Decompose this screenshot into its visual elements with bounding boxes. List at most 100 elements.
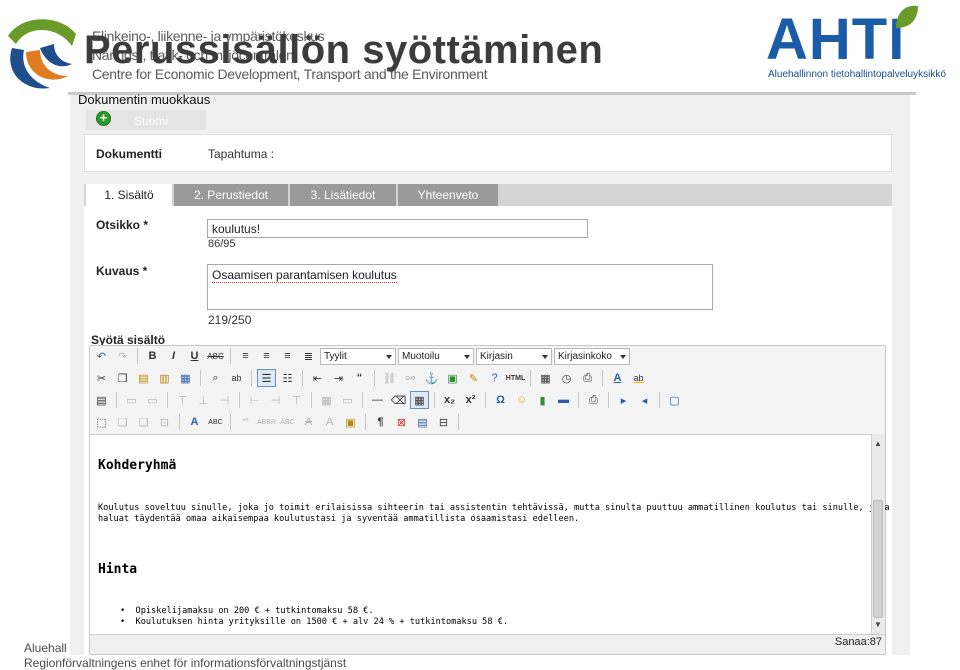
insert-row-after-icon[interactable]: ⊥	[194, 391, 213, 409]
footer-line-2: Regionförvaltningens enhet för informati…	[24, 656, 347, 670]
remove-format-icon[interactable]: ⌫	[389, 391, 408, 409]
editor-content-area[interactable]	[90, 434, 872, 634]
cite-icon[interactable]: “”	[236, 413, 255, 431]
document-value: Tapahtuma :	[208, 147, 275, 161]
cut-icon[interactable]: ✂	[92, 369, 111, 387]
undo-icon[interactable]: ↶	[92, 347, 111, 365]
bold-icon[interactable]: B	[143, 347, 162, 365]
attributes-icon[interactable]: ▣	[341, 413, 360, 431]
align-right-icon[interactable]: ≡	[278, 347, 297, 365]
toolbar-row-3: ▤ ▭ ▭ ⊤ ⊥ ⊣ ⊢ ⊣ ⊤ ▦ ▭ — ⌫ ▦ x₂ x² Ω ☺ ▮ …	[92, 390, 684, 410]
paste-word-icon[interactable]: ▦	[176, 369, 195, 387]
price-bullet-2-text: Koulutuksen hinta yrityksille on 1500 € …	[135, 617, 509, 627]
price-bullet-1-text: Opiskelijamaksu on 200 € + tutkintomaksu…	[135, 606, 374, 616]
scroll-up-icon[interactable]: ▲	[874, 439, 882, 448]
horizontal-rule-icon[interactable]: —	[368, 391, 387, 409]
bullet-list-icon[interactable]: ☰	[257, 369, 276, 387]
format-select[interactable]: Muotoilu	[398, 347, 474, 365]
highlight-color-icon[interactable]: ab	[629, 369, 648, 387]
document-label: Dokumentti	[96, 147, 162, 161]
cleanup-icon[interactable]: ✎	[464, 369, 483, 387]
delete-text-icon[interactable]: A	[299, 413, 318, 431]
html-icon[interactable]: HTML	[506, 369, 525, 387]
editor-title: Dokumentin muokkaus	[78, 92, 211, 107]
price-bullet-1: • Opiskelijamaksu on 200 € + tutkintomak…	[120, 606, 374, 616]
styles-select[interactable]: Tyylit	[320, 347, 396, 365]
delete-col-icon[interactable]: ⊤	[287, 391, 306, 409]
scroll-down-icon[interactable]: ▼	[874, 620, 882, 629]
table-row-props-icon[interactable]: ▭	[122, 391, 141, 409]
unlink-icon[interactable]: ⚯	[401, 369, 420, 387]
preview-icon[interactable]: ⎙	[578, 369, 597, 387]
acronym-icon[interactable]: ABC	[278, 413, 297, 431]
styleprops-icon[interactable]: A	[185, 413, 204, 431]
indent-icon[interactable]: ⇥	[329, 369, 348, 387]
emoticon-icon[interactable]: ☺	[512, 391, 531, 409]
move-backward-icon[interactable]: ❏	[134, 413, 153, 431]
visual-aid-icon[interactable]: ▦	[410, 391, 429, 409]
text-color-icon[interactable]: A	[608, 369, 627, 387]
blockquote-icon[interactable]: “	[350, 369, 369, 387]
media-icon[interactable]: ▮	[533, 391, 552, 409]
nonbreaking-icon[interactable]: ⊠	[392, 413, 411, 431]
special-char-icon[interactable]: Ω	[491, 391, 510, 409]
title-label: Otsikko *	[96, 218, 149, 232]
subscript-icon[interactable]: x₂	[440, 391, 459, 409]
slide-title: Perussisällön syöttäminen	[84, 28, 604, 72]
strikethrough-icon[interactable]: ABC	[206, 347, 225, 365]
insert-row-before-icon[interactable]: ⊤	[173, 391, 192, 409]
merge-cells-icon[interactable]: ▭	[338, 391, 357, 409]
insert-col-before-icon[interactable]: ⊢	[245, 391, 264, 409]
language-tab-label: Suomi	[134, 114, 169, 128]
table-cell-props-icon[interactable]: ▭	[143, 391, 162, 409]
redo-icon[interactable]: ↷	[113, 347, 132, 365]
font-select[interactable]: Kirjasin	[476, 347, 552, 365]
replace-icon[interactable]: ab	[227, 369, 246, 387]
ltr-icon[interactable]: ▸	[614, 391, 633, 409]
paste-text-icon[interactable]: ▥	[155, 369, 174, 387]
split-cells-icon[interactable]: ▦	[317, 391, 336, 409]
add-icon[interactable]: +	[96, 111, 111, 126]
page-break-icon[interactable]: ⊟	[434, 413, 453, 431]
font-size-select[interactable]: Kirjasinkoko	[554, 347, 630, 365]
description-textarea[interactable]: Osaamisen parantamisen koulutus	[207, 264, 713, 310]
template-icon[interactable]: ▤	[413, 413, 432, 431]
superscript-icon[interactable]: x²	[461, 391, 480, 409]
show-blocks-icon[interactable]: ¶	[371, 413, 390, 431]
paste-icon[interactable]: ▤	[134, 369, 153, 387]
insert-layer-icon[interactable]: ⬚	[92, 413, 111, 431]
help-icon[interactable]: ?	[485, 369, 504, 387]
scroll-thumb[interactable]	[873, 500, 883, 618]
rtl-icon[interactable]: ◂	[635, 391, 654, 409]
delete-row-icon[interactable]: ⊣	[215, 391, 234, 409]
insert-text-icon[interactable]: A	[320, 413, 339, 431]
align-center-icon[interactable]: ≡	[257, 347, 276, 365]
title-input[interactable]: koulutus!	[207, 219, 588, 238]
image-icon[interactable]: ▣	[443, 369, 462, 387]
print-icon[interactable]: ⎙	[584, 391, 603, 409]
hr-advanced-icon[interactable]: ▬	[554, 391, 573, 409]
spellcheck-icon[interactable]: ABC	[206, 413, 225, 431]
outdent-icon[interactable]: ⇤	[308, 369, 327, 387]
copy-icon[interactable]: ❐	[113, 369, 132, 387]
numbered-list-icon[interactable]: ☷	[278, 369, 297, 387]
insert-col-after-icon[interactable]: ⊣	[266, 391, 285, 409]
abbr-icon[interactable]: ABBR	[257, 413, 276, 431]
align-justify-icon[interactable]: ≣	[299, 347, 318, 365]
find-icon[interactable]: ⌕	[206, 369, 225, 387]
tab-basic-info[interactable]: 2. Perustiedot	[174, 184, 288, 206]
anchor-icon[interactable]: ⚓	[422, 369, 441, 387]
tab-summary[interactable]: Yhteenveto	[398, 184, 498, 206]
tab-additional-info[interactable]: 3. Lisätiedot	[290, 184, 396, 206]
underline-icon[interactable]: U	[185, 347, 204, 365]
move-forward-icon[interactable]: ❏	[113, 413, 132, 431]
link-icon[interactable]: ⛓	[380, 369, 399, 387]
fullscreen-icon[interactable]: ▢	[665, 391, 684, 409]
insert-time-icon[interactable]: ◷	[557, 369, 576, 387]
edit-table-icon[interactable]: ▤	[92, 391, 111, 409]
align-left-icon[interactable]: ≡	[236, 347, 255, 365]
tab-content[interactable]: 1. Sisältö	[86, 184, 172, 206]
italic-icon[interactable]: I	[164, 347, 183, 365]
absolute-position-icon[interactable]: ⊡	[155, 413, 174, 431]
insert-date-icon[interactable]: ▦	[536, 369, 555, 387]
